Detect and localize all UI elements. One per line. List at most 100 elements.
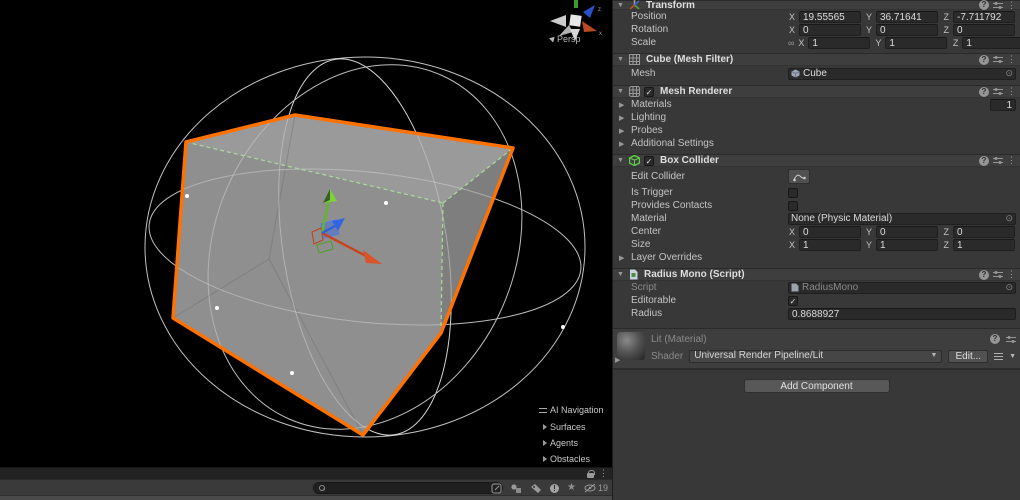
editorable-checkbox[interactable]: ✓ [788, 295, 798, 306]
position-y-field[interactable]: 36.71641 [876, 10, 938, 23]
nav-foldout-surfaces[interactable]: Surfaces [539, 422, 611, 432]
transform-header[interactable]: ▼ Transform ? ⋮ [613, 0, 1020, 11]
scale-x-field[interactable]: 1 [808, 36, 871, 49]
presets-icon[interactable] [993, 87, 1003, 96]
ai-navigation-overlay: AI Navigation Surfaces Agents Obstacles [539, 404, 611, 464]
center-z-field[interactable]: 0 [953, 225, 1015, 238]
view-gizmo-y-axis[interactable] [574, 0, 578, 8]
view-gizmo-z-cone[interactable] [583, 5, 595, 18]
scene-visibility-toggle[interactable]: 19 [584, 483, 608, 493]
component-enabled-checkbox[interactable]: ✓ [644, 155, 654, 166]
y-axis-label: Y [865, 239, 872, 250]
kebab-menu-icon[interactable]: ⋮ [1007, 55, 1016, 64]
radius-mono-header[interactable]: ▼ Radius Mono (Script) ? ⋮ [613, 268, 1020, 281]
nav-foldout-obstacles[interactable]: Obstacles [539, 454, 611, 464]
edit-collider-button[interactable] [788, 169, 810, 184]
view-gizmo-cone-left[interactable] [550, 15, 566, 27]
lock-icon[interactable] [587, 469, 595, 478]
object-picker-icon[interactable]: ⊙ [1005, 282, 1013, 293]
shader-dropdown[interactable]: Universal Render Pipeline/Lit ▼ [689, 349, 943, 363]
ai-navigation-title: AI Navigation [550, 405, 604, 415]
kebab-menu-icon[interactable]: ⋮ [1007, 0, 1016, 10]
help-icon[interactable]: ? [979, 86, 989, 97]
help-icon[interactable]: ? [979, 269, 989, 280]
box-collider-header[interactable]: ▼ ✓ Box Collider ? ⋮ [613, 154, 1020, 167]
scene-view[interactable]: z x Persp AI Navigation Surfaces Agents [0, 0, 612, 467]
mesh-renderer-header[interactable]: ▼ ✓ Mesh Renderer ? ⋮ [613, 85, 1020, 98]
size-z-field[interactable]: 1 [953, 238, 1015, 251]
view-gizmo-x-cone[interactable] [582, 21, 597, 32]
materials-foldout[interactable]: ▶ Materials 1 [613, 98, 1020, 111]
probes-foldout[interactable]: ▶ Probes [613, 124, 1020, 137]
component-enabled-checkbox[interactable]: ✓ [644, 86, 654, 97]
rotation-row: Rotation X 0 Y 0 Z 0 [613, 23, 1020, 36]
script-object-field[interactable]: RadiusMono ⊙ [788, 281, 1016, 294]
presets-icon[interactable] [993, 156, 1003, 165]
radius-field[interactable]: 0.8688927 [788, 307, 1016, 320]
constrain-proportions-icon[interactable]: ∞ [788, 38, 794, 48]
foldout-arrow-icon[interactable]: ▼ [617, 271, 625, 278]
search-icon [319, 485, 325, 491]
additional-settings-foldout[interactable]: ▶ Additional Settings [613, 137, 1020, 150]
scale-z-field[interactable]: 1 [962, 36, 1020, 49]
provides-contacts-checkbox[interactable] [788, 200, 798, 211]
help-icon[interactable]: ? [979, 54, 989, 65]
is-trigger-checkbox[interactable] [788, 187, 798, 198]
mesh-filter-header[interactable]: ▼ Cube (Mesh Filter) ? ⋮ [613, 53, 1020, 66]
search-input[interactable] [313, 482, 503, 494]
help-icon[interactable]: ? [979, 0, 989, 10]
perspective-toggle[interactable]: Persp [548, 34, 581, 44]
object-picker-icon[interactable]: ⊙ [1005, 213, 1013, 224]
material-foldout-arrow[interactable]: ▶ [615, 356, 623, 364]
help-icon[interactable]: ? [979, 155, 989, 166]
presets-icon[interactable] [993, 270, 1003, 279]
kebab-menu-icon[interactable]: ⋮ [1007, 156, 1016, 165]
position-x-field[interactable]: 19.55565 [799, 10, 861, 23]
favorites-star-icon[interactable]: ★ [567, 483, 576, 493]
layer-overrides-foldout[interactable]: ▶ Layer Overrides [613, 251, 1020, 264]
position-z-field[interactable]: -7.711792 [953, 10, 1015, 23]
rotation-z-field[interactable]: 0 [953, 23, 1015, 36]
filter-by-type-icon[interactable] [510, 483, 522, 494]
help-icon[interactable]: ? [990, 334, 1000, 344]
foldout-arrow-icon[interactable]: ▼ [617, 157, 625, 164]
center-y-field[interactable]: 0 [876, 225, 938, 238]
shader-edit-button[interactable]: Edit... [948, 349, 989, 363]
presets-icon[interactable] [1006, 335, 1016, 344]
frame-select-icon[interactable] [491, 483, 502, 494]
hidden-count: 19 [597, 483, 608, 493]
size-row: Size X 1 Y 1 Z 1 [613, 238, 1020, 251]
object-picker-icon[interactable]: ⊙ [1005, 68, 1013, 79]
label-tag-icon[interactable] [530, 483, 542, 494]
presets-icon[interactable] [993, 55, 1003, 64]
size-y-field[interactable]: 1 [876, 238, 938, 251]
mesh-filter-icon [629, 54, 640, 65]
view-gizmo-center-cube[interactable] [569, 14, 582, 27]
chevron-down-icon[interactable]: ▼ [1009, 353, 1016, 360]
physic-material-field[interactable]: None (Physic Material) ⊙ [788, 212, 1016, 225]
rotation-x-field[interactable]: 0 [799, 23, 861, 36]
material-menu-icon[interactable] [994, 352, 1004, 360]
foldout-arrow-icon[interactable]: ▼ [617, 56, 625, 63]
mesh-object-field[interactable]: Cube ⊙ [788, 67, 1016, 80]
kebab-menu-icon[interactable]: ⋮ [1007, 87, 1016, 96]
transform-title: Transform [646, 0, 695, 11]
rotation-y-field[interactable]: 0 [876, 23, 938, 36]
materials-count-field[interactable]: 1 [990, 98, 1016, 111]
lighting-foldout[interactable]: ▶ Lighting [613, 111, 1020, 124]
kebab-menu-icon[interactable]: ⋮ [1007, 270, 1016, 279]
foldout-arrow-icon[interactable]: ▼ [617, 2, 625, 9]
ai-navigation-header[interactable]: AI Navigation [539, 404, 611, 416]
selected-cube[interactable] [141, 14, 588, 467]
presets-icon[interactable] [993, 1, 1003, 10]
add-component-button[interactable]: Add Component [743, 379, 890, 393]
chevron-right-icon [543, 424, 547, 430]
foldout-arrow-icon[interactable]: ▼ [617, 88, 625, 95]
center-x-field[interactable]: 0 [799, 225, 861, 238]
nav-foldout-agents[interactable]: Agents [539, 438, 611, 448]
kebab-menu-icon[interactable]: ⋮ [599, 469, 608, 478]
info-icon[interactable]: ! [550, 483, 560, 493]
mesh-filter-title: Cube (Mesh Filter) [646, 54, 734, 65]
size-x-field[interactable]: 1 [799, 238, 861, 251]
scale-y-field[interactable]: 1 [885, 36, 948, 49]
